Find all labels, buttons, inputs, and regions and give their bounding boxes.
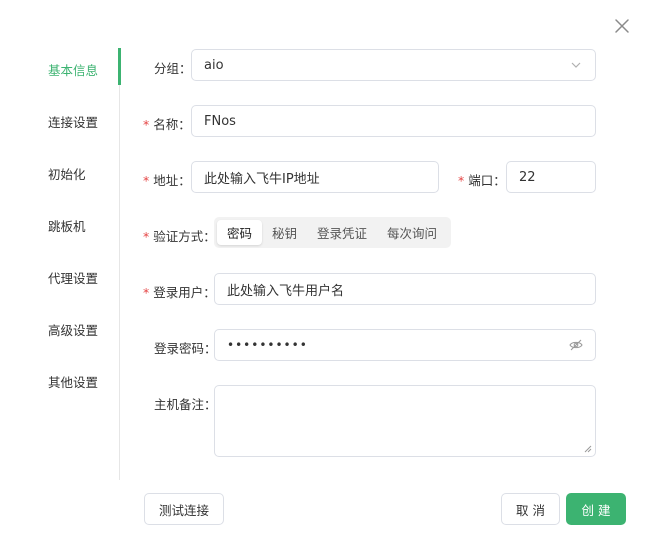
address-input[interactable]: 此处输入飞牛IP地址 <box>191 161 439 193</box>
login-user-label-text: 登录用户： <box>153 285 216 300</box>
sidebar-divider <box>119 48 120 480</box>
required-mark: * <box>143 173 150 188</box>
auth-option-key[interactable]: 秘钥 <box>262 220 307 245</box>
sidebar-item-other-settings[interactable]: 其他设置 <box>48 372 98 391</box>
login-user-label: * 登录用户： <box>143 282 216 301</box>
group-select[interactable]: aio <box>191 49 596 81</box>
sidebar-item-initialization[interactable]: 初始化 <box>48 164 86 183</box>
test-connection-button[interactable]: 测试连接 <box>144 493 224 525</box>
name-label: * 名称： <box>143 114 191 133</box>
port-label-text: 端口： <box>468 173 506 188</box>
group-select-value: aio <box>204 57 224 73</box>
auth-method-segmented: 密码 秘钥 登录凭证 每次询问 <box>214 217 451 248</box>
name-input-value: FNos <box>204 113 236 129</box>
sidebar-item-proxy-settings[interactable]: 代理设置 <box>48 268 98 287</box>
sidebar-item-basic-info[interactable]: 基本信息 <box>48 60 98 79</box>
eye-off-icon[interactable] <box>569 338 583 352</box>
auth-option-password[interactable]: 密码 <box>217 220 263 245</box>
close-icon[interactable] <box>612 16 632 36</box>
required-mark: * <box>143 285 150 300</box>
port-input[interactable]: 22 <box>506 161 596 193</box>
address-label: * 地址： <box>143 170 191 189</box>
sidebar-item-jump-host[interactable]: 跳板机 <box>48 216 86 235</box>
resize-handle-icon[interactable] <box>584 445 592 453</box>
name-label-text: 名称： <box>153 117 191 132</box>
port-input-value: 22 <box>519 169 536 185</box>
auth-option-ask-every-time[interactable]: 每次询问 <box>377 220 447 245</box>
cancel-button[interactable]: 取 消 <box>501 493 560 525</box>
address-input-value: 此处输入飞牛IP地址 <box>204 171 320 187</box>
port-label: * 端口： <box>458 170 506 189</box>
sidebar-active-indicator <box>118 48 121 85</box>
chevron-down-icon <box>571 62 581 68</box>
create-button[interactable]: 创 建 <box>566 493 626 525</box>
login-user-input[interactable]: 此处输入飞牛用户名 <box>214 273 596 305</box>
password-label: 登录密码： <box>154 341 217 356</box>
required-mark: * <box>458 173 465 188</box>
name-input[interactable]: FNos <box>191 105 596 137</box>
required-mark: * <box>143 229 150 244</box>
remark-label: 主机备注： <box>154 397 217 412</box>
required-mark: * <box>143 117 150 132</box>
sidebar-item-advanced-settings[interactable]: 高级设置 <box>48 320 98 339</box>
group-label: 分组： <box>154 61 192 76</box>
password-input[interactable]: •••••••••• <box>214 329 596 361</box>
address-label-text: 地址： <box>153 173 191 188</box>
auth-method-label: * 验证方式： <box>143 226 216 245</box>
login-user-input-value: 此处输入飞牛用户名 <box>227 283 345 299</box>
remark-textarea[interactable] <box>214 385 596 457</box>
password-input-value: •••••••••• <box>227 338 308 352</box>
auth-option-credential[interactable]: 登录凭证 <box>307 220 377 245</box>
new-host-dialog: 基本信息 连接设置 初始化 跳板机 代理设置 高级设置 其他设置 分组： aio… <box>0 0 649 544</box>
sidebar-item-connection-settings[interactable]: 连接设置 <box>48 112 98 131</box>
auth-method-label-text: 验证方式： <box>153 229 216 244</box>
